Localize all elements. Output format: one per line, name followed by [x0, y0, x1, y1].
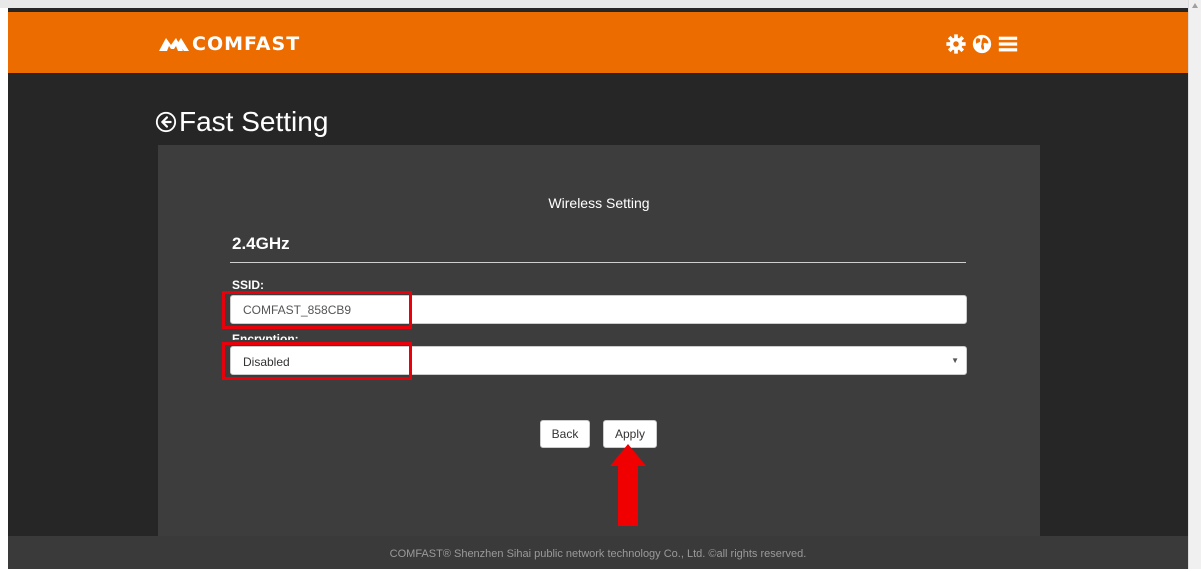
top-header-bar: COMFAST [8, 12, 1188, 73]
ssid-input[interactable] [230, 295, 967, 324]
vertical-scrollbar[interactable] [1188, 0, 1201, 569]
wireless-settings-panel: Wireless Setting 2.4GHz SSID: Encryption… [158, 145, 1040, 545]
header-icon-group [945, 33, 1019, 55]
encryption-selected-value: Disabled [243, 355, 290, 369]
band-label: 2.4GHz [232, 234, 290, 253]
brand-logo[interactable]: COMFAST [158, 33, 301, 55]
settings-gear-icon[interactable] [945, 33, 967, 55]
encryption-label: Encryption: [232, 332, 299, 340]
back-button[interactable]: Back [540, 420, 590, 448]
wireless-section-title: Wireless Setting [548, 195, 650, 211]
comfast-logo-icon [159, 38, 189, 51]
caret-down-icon: ▼ [951, 356, 959, 365]
globe-language-icon[interactable] [971, 33, 993, 55]
scroll-up-arrow-icon[interactable] [1192, 3, 1198, 8]
band-divider [230, 262, 966, 263]
page-title-row: Fast Setting [155, 106, 328, 138]
pointer-arrow-icon [610, 444, 646, 526]
page-title: Fast Setting [179, 106, 329, 137]
encryption-select[interactable]: Disabled ▼ [230, 346, 967, 375]
footer-copyright: COMFAST® Shenzhen Sihai public network t… [8, 536, 1188, 569]
back-arrow-circle-icon[interactable] [155, 111, 177, 133]
menu-hamburger-icon[interactable] [997, 33, 1019, 55]
ssid-label: SSID: [232, 278, 265, 292]
brand-logo-text: COMFAST [192, 33, 301, 55]
window-top-strip [0, 0, 1201, 8]
router-admin-page: COMFAST Fast Setting Wireless Setting 2.… [8, 8, 1188, 569]
